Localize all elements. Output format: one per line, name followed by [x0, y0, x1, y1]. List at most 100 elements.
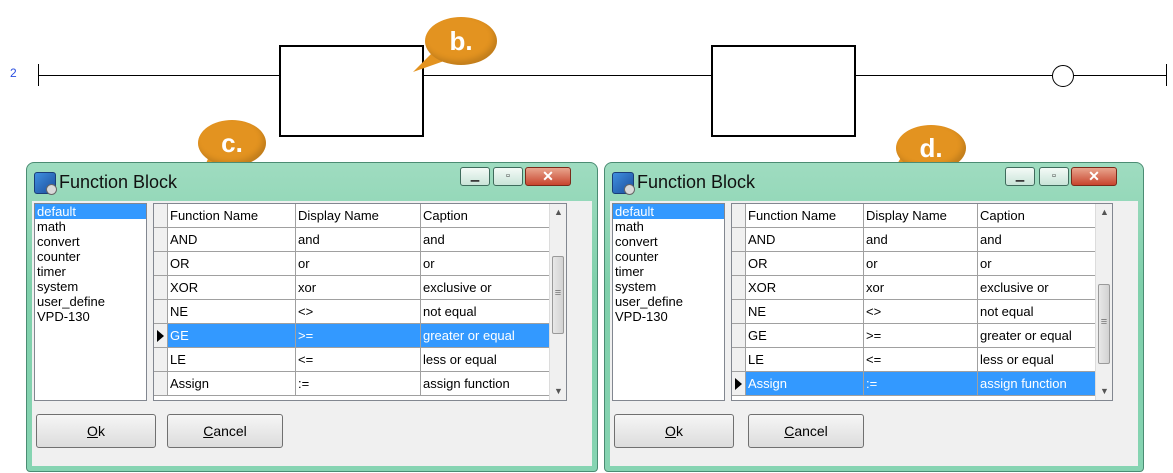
scroll-thumb[interactable] [552, 256, 564, 334]
cancel-button[interactable]: Cancel [748, 414, 864, 448]
cell-function[interactable]: NE [168, 300, 296, 323]
scroll-thumb[interactable] [1098, 284, 1110, 364]
column-header-function-name[interactable]: Function Name [746, 204, 864, 227]
cell-function[interactable]: Assign [168, 372, 296, 395]
maximize-button[interactable]: ▫ [1039, 167, 1069, 186]
function-table[interactable]: Function Name Display Name Caption AND and an… [731, 203, 1113, 401]
cell-function[interactable]: XOR [746, 276, 864, 299]
cell-function[interactable]: OR [746, 252, 864, 275]
table-row[interactable]: OR or or [732, 252, 1106, 276]
ok-button[interactable]: Ok [614, 414, 734, 448]
cell-caption[interactable]: assign function [978, 372, 1106, 395]
cell-display[interactable]: := [864, 372, 978, 395]
cell-caption[interactable]: greater or equal [978, 324, 1106, 347]
cell-function[interactable]: LE [168, 348, 296, 371]
scroll-down-arrow-icon[interactable]: ▼ [1096, 383, 1112, 400]
cell-caption[interactable]: not equal [978, 300, 1106, 323]
close-button[interactable]: ✕ [525, 167, 571, 186]
category-item-system[interactable]: system [613, 279, 724, 294]
cell-display[interactable]: <> [296, 300, 421, 323]
table-row[interactable]: GE >= greater or equal [154, 324, 558, 348]
function-table[interactable]: Function Name Display Name Caption AND and an… [153, 203, 567, 401]
output-coil[interactable] [1052, 65, 1074, 87]
table-vertical-scrollbar[interactable]: ▲▼ [549, 204, 566, 400]
table-row[interactable]: NE <> not equal [732, 300, 1106, 324]
scroll-down-arrow-icon[interactable]: ▼ [550, 383, 566, 400]
cell-caption[interactable]: less or equal [978, 348, 1106, 371]
scroll-up-arrow-icon[interactable]: ▲ [1096, 204, 1112, 221]
table-row[interactable]: XOR xor exclusive or [154, 276, 558, 300]
column-header-caption[interactable]: Caption [421, 204, 558, 227]
category-item-vpd-130[interactable]: VPD-130 [613, 309, 724, 324]
category-item-default[interactable]: default [35, 204, 146, 219]
cell-display[interactable]: or [864, 252, 978, 275]
category-item-math[interactable]: math [35, 219, 146, 234]
table-row[interactable]: XOR xor exclusive or [732, 276, 1106, 300]
function-block-2[interactable] [711, 45, 856, 137]
cell-function[interactable]: GE [746, 324, 864, 347]
cell-display[interactable]: <= [296, 348, 421, 371]
close-button[interactable]: ✕ [1071, 167, 1117, 186]
category-item-convert[interactable]: convert [613, 234, 724, 249]
cell-function[interactable]: AND [168, 228, 296, 251]
category-item-vpd-130[interactable]: VPD-130 [35, 309, 146, 324]
cell-caption[interactable]: assign function [421, 372, 558, 395]
cell-caption[interactable]: less or equal [421, 348, 558, 371]
category-item-user-define[interactable]: user_define [35, 294, 146, 309]
category-item-default[interactable]: default [613, 204, 724, 219]
cell-caption[interactable]: exclusive or [978, 276, 1106, 299]
minimize-button[interactable]: ▁ [1005, 167, 1035, 186]
table-row[interactable]: GE >= greater or equal [732, 324, 1106, 348]
cell-display[interactable]: >= [864, 324, 978, 347]
cell-display[interactable]: <> [864, 300, 978, 323]
category-item-convert[interactable]: convert [35, 234, 146, 249]
cell-function[interactable]: XOR [168, 276, 296, 299]
cell-caption[interactable]: or [978, 252, 1106, 275]
cell-display[interactable]: >= [296, 324, 421, 347]
category-list[interactable]: default math convert counter timer system user… [34, 203, 147, 401]
cell-function[interactable]: Assign [746, 372, 864, 395]
table-row[interactable]: AND and and [732, 228, 1106, 252]
cell-display[interactable]: or [296, 252, 421, 275]
cell-caption[interactable]: exclusive or [421, 276, 558, 299]
column-header-caption[interactable]: Caption [978, 204, 1106, 227]
cell-display[interactable]: and [296, 228, 421, 251]
cell-caption[interactable]: not equal [421, 300, 558, 323]
table-row[interactable]: Assign:= assign function [154, 372, 558, 396]
table-row[interactable]: Assign:= assign function [732, 372, 1106, 396]
ok-button[interactable]: Ok [36, 414, 156, 448]
cell-caption[interactable]: or [421, 252, 558, 275]
maximize-button[interactable]: ▫ [493, 167, 523, 186]
cancel-button[interactable]: Cancel [167, 414, 283, 448]
category-item-math[interactable]: math [613, 219, 724, 234]
category-item-timer[interactable]: timer [35, 264, 146, 279]
category-item-system[interactable]: system [35, 279, 146, 294]
cell-caption[interactable]: and [978, 228, 1106, 251]
category-list[interactable]: default math convert counter timer system user… [612, 203, 725, 401]
cell-caption[interactable]: greater or equal [421, 324, 558, 347]
cell-function[interactable]: GE [168, 324, 296, 347]
column-header-display-name[interactable]: Display Name [864, 204, 978, 227]
table-vertical-scrollbar[interactable]: ▲▼ [1095, 204, 1112, 400]
minimize-button[interactable]: ▁ [460, 167, 490, 186]
cell-function[interactable]: LE [746, 348, 864, 371]
cell-function[interactable]: AND [746, 228, 864, 251]
category-item-timer[interactable]: timer [613, 264, 724, 279]
cell-display[interactable]: and [864, 228, 978, 251]
table-row[interactable]: AND and and [154, 228, 558, 252]
category-item-counter[interactable]: counter [35, 249, 146, 264]
cell-function[interactable]: OR [168, 252, 296, 275]
cell-display[interactable]: := [296, 372, 421, 395]
cell-display[interactable]: xor [296, 276, 421, 299]
table-row[interactable]: NE <> not equal [154, 300, 558, 324]
category-item-counter[interactable]: counter [613, 249, 724, 264]
table-row[interactable]: OR or or [154, 252, 558, 276]
cell-display[interactable]: xor [864, 276, 978, 299]
cell-display[interactable]: <= [864, 348, 978, 371]
column-header-function-name[interactable]: Function Name [168, 204, 296, 227]
category-item-user-define[interactable]: user_define [613, 294, 724, 309]
scroll-up-arrow-icon[interactable]: ▲ [550, 204, 566, 221]
cell-function[interactable]: NE [746, 300, 864, 323]
table-row[interactable]: LE <= less or equal [154, 348, 558, 372]
table-row[interactable]: LE <= less or equal [732, 348, 1106, 372]
